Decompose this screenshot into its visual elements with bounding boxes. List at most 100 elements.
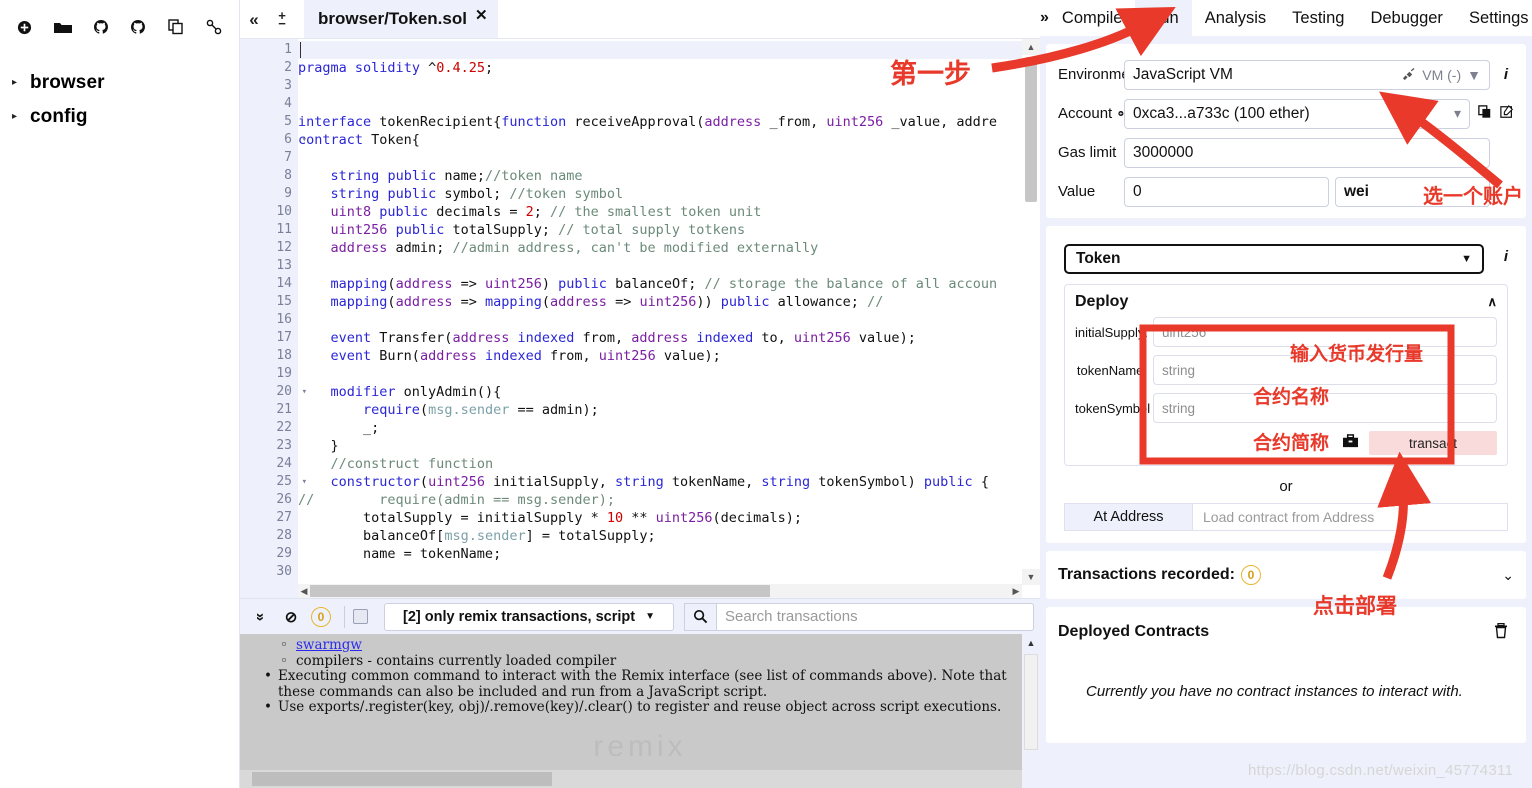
edit-icon[interactable]	[1500, 104, 1514, 123]
code-editor[interactable]: 1 2 3 4 5 6 ▾ 7 8 9 10 11 12 13 14 15 16 17 18 19 20 ▾ 21 22 23 2…	[240, 38, 1040, 598]
tab-testing[interactable]: Testing	[1279, 0, 1357, 36]
account-label-text: Account	[1058, 105, 1113, 122]
line-number-gutter: 1 2 3 4 5 6 ▾ 7 8 9 10 11 12 13 14 15 16 17 18 19 20 ▾ 21 22 23 2…	[240, 39, 307, 598]
editor-tab-bar: « + − browser/Token.sol ✕	[240, 0, 1040, 38]
value-input[interactable]: 0	[1124, 176, 1329, 207]
environment-label: Environment	[1058, 66, 1143, 83]
line-number: 10	[276, 204, 292, 219]
chevron-up-icon[interactable]: ∧	[1487, 294, 1497, 310]
gas-limit-value: 3000000	[1133, 143, 1194, 161]
environment-select[interactable]: JavaScript VM VM (-) ▼	[1124, 59, 1490, 90]
code-content[interactable]: pragma solidity ^0.4.25; interface token…	[298, 39, 1022, 598]
gas-limit-input[interactable]: 3000000	[1124, 137, 1490, 168]
contract-select-row: Token ▼ i	[1052, 238, 1520, 274]
list-item: swarmgw	[250, 637, 1012, 654]
contract-selected-value: Token	[1076, 250, 1121, 267]
font-size-controls[interactable]: + −	[268, 2, 296, 38]
terminal-output[interactable]: swarmgw compilers - contains currently l…	[240, 634, 1040, 788]
scroll-up-icon[interactable]: ▲	[1022, 39, 1040, 55]
account-value: 0xca3...a733c (100 ether)	[1133, 104, 1310, 122]
listen-network-checkbox[interactable]	[353, 609, 368, 624]
terminal-search[interactable]	[684, 602, 1034, 631]
line-number: 23	[276, 438, 292, 453]
pending-transactions-badge[interactable]: 0	[306, 602, 336, 632]
search-input[interactable]	[716, 602, 1034, 631]
code-line: mapping(address => uint256) public balan…	[330, 276, 998, 292]
line-number: 9	[284, 186, 292, 201]
deploy-field-tokenname: tokenName: string	[1075, 355, 1497, 385]
copy-icon[interactable]	[157, 14, 195, 40]
or-divider: or	[1279, 478, 1293, 495]
swarmgw-link[interactable]: swarmgw	[296, 637, 362, 653]
collapse-panel-icon[interactable]: «	[240, 2, 268, 38]
tab-compile[interactable]: Compile	[1049, 0, 1136, 36]
code-line: }	[298, 438, 339, 454]
file-tree-node-config[interactable]: ▸ config	[0, 100, 239, 134]
github-icon-2[interactable]	[119, 14, 157, 40]
scroll-right-icon[interactable]: ▶	[1010, 584, 1022, 598]
info-icon[interactable]: i	[1498, 66, 1514, 83]
line-number: 16	[276, 312, 292, 327]
pending-count: 0	[311, 606, 331, 627]
environment-badge: VM (-)	[1422, 66, 1462, 83]
editor-horizontal-scrollbar[interactable]: ◀ ▶	[298, 584, 1022, 598]
placeholder-text: string	[1162, 400, 1196, 416]
tab-analysis[interactable]: Analysis	[1192, 0, 1279, 36]
scrollbar-thumb[interactable]	[1024, 654, 1038, 750]
transactions-recorded-card[interactable]: Transactions recorded: 0 ⌄	[1046, 551, 1526, 599]
placeholder-text: Load contract from Address	[1203, 509, 1375, 525]
tab-debugger[interactable]: Debugger	[1357, 0, 1455, 36]
list-item: Use exports/.register(key, obj)/.remove(…	[250, 699, 1012, 716]
annotation-select-account: 选一个账户	[1423, 184, 1523, 208]
terminal-horizontal-scrollbar[interactable]	[240, 770, 1022, 788]
at-address-row: At Address Load contract from Address	[1064, 503, 1508, 531]
line-number: 15	[276, 294, 292, 309]
search-icon	[684, 602, 716, 631]
filter-label: [2] only remix transactions, script	[403, 608, 636, 625]
clear-console-icon[interactable]: ⊘	[276, 602, 306, 632]
tab-run[interactable]: Run	[1135, 0, 1192, 36]
expand-tabs-icon[interactable]: »	[1040, 9, 1049, 27]
scroll-up-icon[interactable]: ▲	[1022, 634, 1040, 652]
chevron-down-icon[interactable]: ⌄	[1502, 567, 1514, 584]
gas-limit-label: Gas limit	[1058, 144, 1117, 161]
gas-limit-row: Gas limit 3000000 i	[1058, 136, 1514, 169]
github-icon-1[interactable]	[82, 14, 120, 40]
link-icon[interactable]	[195, 14, 233, 40]
contract-select[interactable]: Token ▼	[1064, 244, 1484, 274]
terminal-vertical-scrollbar[interactable]: ▲	[1022, 634, 1040, 788]
line-number: 11	[276, 222, 292, 237]
scrollbar-thumb[interactable]	[1025, 57, 1037, 202]
account-select[interactable]: 0xca3...a733c (100 ether) ▾	[1124, 98, 1470, 129]
line-number: 24	[276, 456, 292, 471]
scrollbar-thumb[interactable]	[252, 772, 552, 786]
tab-settings[interactable]: Settings	[1456, 0, 1532, 36]
trash-icon[interactable]	[1494, 622, 1508, 643]
line-number: 2	[284, 60, 292, 75]
chevron-down-icon: ▾	[1453, 105, 1461, 121]
transact-button[interactable]: transact	[1369, 431, 1497, 455]
value-unit: wei	[1344, 182, 1369, 200]
scroll-down-icon[interactable]: ▼	[1022, 569, 1040, 585]
chevron-right-icon: ▸	[12, 111, 18, 122]
close-icon[interactable]: ✕	[475, 6, 488, 24]
copy-icon[interactable]	[1478, 104, 1492, 123]
briefcase-icon[interactable]	[1342, 433, 1359, 453]
zoom-out-icon[interactable]: −	[278, 17, 286, 30]
page-watermark: https://blog.csdn.net/weixin_45774311	[1248, 762, 1514, 779]
transaction-filter-dropdown[interactable]: [2] only remix transactions, script ▼	[384, 602, 674, 631]
add-file-icon[interactable]	[6, 14, 44, 40]
scrollbar-thumb[interactable]	[310, 585, 770, 597]
terminal-collapse-icon[interactable]: »	[246, 602, 276, 632]
editor-vertical-scrollbar[interactable]: ▲ ▼	[1022, 39, 1040, 598]
info-icon[interactable]: i	[1498, 248, 1514, 265]
code-line: string public symbol; //token symbol	[330, 186, 624, 202]
at-address-input[interactable]: Load contract from Address	[1192, 503, 1508, 531]
chevron-down-icon: ▼	[1461, 253, 1472, 265]
editor-tab-token-sol[interactable]: browser/Token.sol ✕	[304, 0, 498, 38]
file-tree-node-browser[interactable]: ▸ browser	[0, 66, 239, 100]
open-folder-icon[interactable]	[44, 14, 82, 40]
at-address-button[interactable]: At Address	[1064, 503, 1192, 531]
scroll-left-icon[interactable]: ◀	[298, 584, 310, 598]
